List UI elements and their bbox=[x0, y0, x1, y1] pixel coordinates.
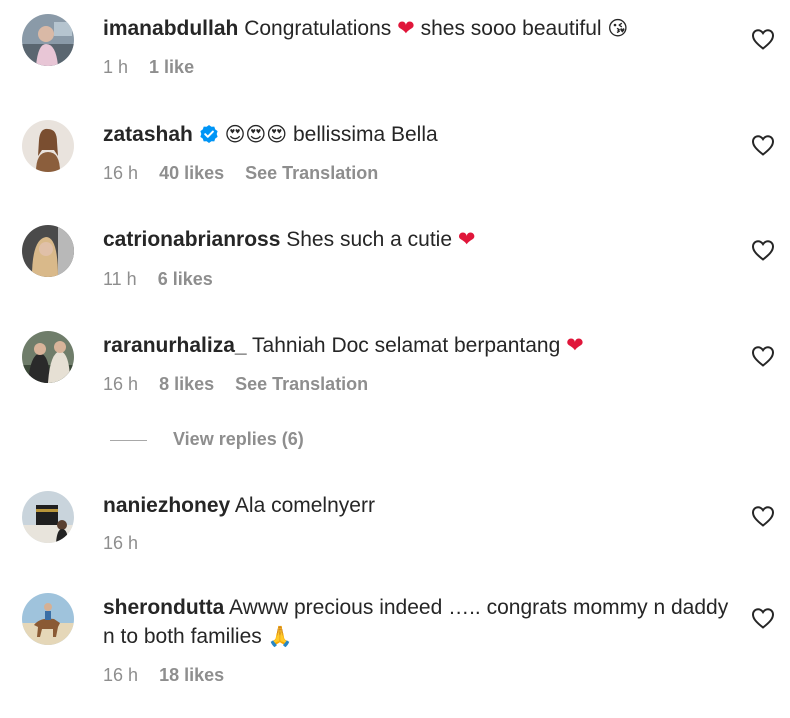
like-button[interactable] bbox=[751, 134, 775, 156]
comment-text: Congratulations bbox=[244, 17, 392, 40]
comment-text-continued: shes sooo beautiful bbox=[420, 17, 602, 40]
comment-likes[interactable]: 40 likes bbox=[159, 163, 224, 183]
heart-emoji: ❤ bbox=[397, 16, 415, 40]
comment-text: Tahniah Doc selamat berpantang bbox=[252, 334, 561, 357]
heart-outline-icon bbox=[751, 608, 775, 629]
replies-divider bbox=[110, 440, 147, 441]
like-button[interactable] bbox=[751, 607, 775, 629]
avatar[interactable] bbox=[22, 120, 74, 172]
like-button[interactable] bbox=[751, 505, 775, 527]
comment-time[interactable]: 16 h bbox=[103, 374, 138, 394]
avatar[interactable] bbox=[22, 593, 74, 645]
avatar[interactable] bbox=[22, 491, 74, 543]
heart-outline-icon bbox=[751, 346, 775, 367]
avatar[interactable] bbox=[22, 14, 74, 66]
avatar[interactable] bbox=[22, 225, 74, 277]
heart-outline-icon bbox=[751, 240, 775, 261]
heart-outline-icon bbox=[751, 135, 775, 156]
comment-time[interactable]: 16 h bbox=[103, 665, 138, 685]
comment-username[interactable]: sherondutta bbox=[103, 596, 224, 619]
comment-username[interactable]: raranurhaliza_ bbox=[103, 334, 247, 357]
heart-emoji: ❤ bbox=[457, 227, 476, 251]
comment-time[interactable]: 16 h bbox=[103, 533, 138, 553]
heart-outline-icon bbox=[751, 29, 775, 50]
avatar[interactable] bbox=[22, 331, 74, 383]
heart-outline-icon bbox=[751, 506, 775, 527]
comment-text: bellissima Bella bbox=[292, 123, 438, 146]
comment-time[interactable]: 11 h bbox=[103, 269, 137, 289]
heart-eyes-emoji: 😍😍😍 bbox=[224, 122, 288, 146]
comment-username[interactable]: catrionabrianross bbox=[103, 228, 280, 251]
like-button[interactable] bbox=[751, 239, 775, 261]
comment-username[interactable]: naniezhoney bbox=[103, 494, 230, 517]
comment-text: Ala comelnyerr bbox=[234, 494, 375, 517]
comment-likes[interactable]: 1 like bbox=[149, 57, 194, 77]
comment-likes[interactable]: 6 likes bbox=[158, 269, 213, 289]
view-replies-button[interactable]: View replies (6) bbox=[173, 429, 304, 450]
like-button[interactable] bbox=[751, 345, 775, 367]
comment-time[interactable]: 16 h bbox=[103, 163, 138, 183]
comment-username[interactable]: zatashah bbox=[103, 123, 193, 146]
see-translation-link[interactable]: See Translation bbox=[235, 374, 368, 394]
see-translation-link[interactable]: See Translation bbox=[245, 163, 378, 183]
kiss-emoji: 😘 bbox=[607, 16, 629, 40]
comment-likes[interactable]: 8 likes bbox=[159, 374, 214, 394]
folded-hands-emoji: 🙏 bbox=[267, 624, 293, 648]
comment-username[interactable]: imanabdullah bbox=[103, 17, 238, 40]
heart-emoji: ❤ bbox=[566, 333, 584, 357]
comment-text: Shes such a cutie bbox=[286, 228, 453, 251]
verified-badge-icon bbox=[200, 125, 218, 143]
comment-likes[interactable]: 18 likes bbox=[159, 665, 224, 685]
comment-time[interactable]: 1 h bbox=[103, 57, 128, 77]
like-button[interactable] bbox=[751, 28, 775, 50]
